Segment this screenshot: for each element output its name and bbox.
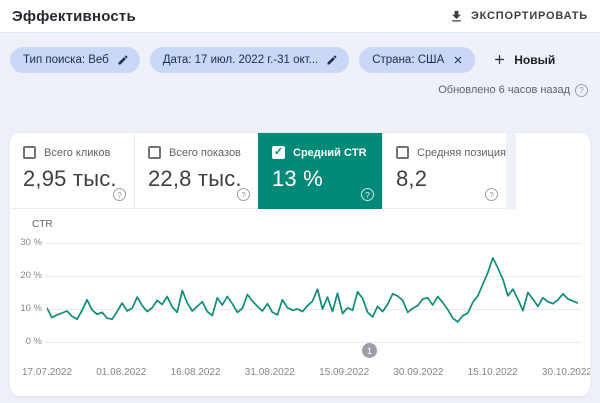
export-button[interactable]: ЭКСПОРТИРОВАТЬ: [449, 9, 588, 24]
new-filter-label: Новый: [514, 53, 555, 67]
page-title: Эффективность: [12, 8, 136, 25]
chip-label: Тип поиска: Веб: [23, 54, 109, 66]
x-tick-label: 31.08.2022: [245, 367, 295, 378]
x-tick-label: 30.10.2022: [542, 367, 590, 378]
pagination-dot[interactable]: 1: [362, 343, 377, 358]
ctr-line: [47, 258, 578, 322]
metric-value: 22,8 тыс.: [148, 166, 248, 192]
metric-card-clicks[interactable]: Всего кликов 2,95 тыс. ?: [10, 133, 134, 209]
filter-bar: Тип поиска: Веб Дата: 17 июл. 2022 г.-31…: [10, 46, 600, 73]
y-tick-label: 30 %: [10, 236, 42, 249]
metric-value: 8,2: [396, 166, 496, 192]
metric-card-ctr[interactable]: ✓ Средний CTR 13 % ?: [258, 133, 382, 209]
x-axis-labels: 17.07.2022 01.08.2022 16.08.2022 31.08.2022…: [10, 367, 590, 381]
chart-axis-title: CTR: [32, 219, 590, 232]
x-tick-label: 17.07.2022: [22, 367, 72, 378]
metric-card-impressions[interactable]: Всего показов 22,8 тыс. ?: [134, 133, 258, 209]
filter-chip-date[interactable]: Дата: 17 июл. 2022 г.-31 окт...: [150, 47, 349, 73]
plus-icon: [493, 53, 506, 66]
x-tick-label: 15.10.2022: [468, 367, 518, 378]
help-icon[interactable]: ?: [237, 188, 250, 201]
metric-label: Всего кликов: [44, 147, 110, 159]
metric-checkbox[interactable]: ✓: [272, 146, 285, 159]
y-tick-label: 20 %: [10, 269, 42, 282]
x-tick-label: 15.09.2022: [319, 367, 369, 378]
x-tick-label: 30.09.2022: [393, 367, 443, 378]
export-label: ЭКСПОРТИРОВАТЬ: [471, 10, 588, 22]
edit-icon[interactable]: [117, 54, 129, 66]
chart-pager: 1: [10, 348, 590, 362]
metric-value: 2,95 тыс.: [23, 166, 124, 192]
cards-gap: [506, 133, 516, 209]
help-icon[interactable]: ?: [361, 188, 374, 201]
y-tick-label: 10 %: [10, 302, 42, 315]
y-tick-label: 0 %: [10, 335, 42, 348]
metric-checkbox[interactable]: [396, 146, 409, 159]
metric-label: Всего показов: [169, 147, 241, 159]
filter-chip-search-type[interactable]: Тип поиска: Веб: [10, 47, 140, 73]
metric-card-position[interactable]: Средняя позиция 8,2 ?: [382, 133, 506, 209]
metric-label: Средняя позиция: [417, 147, 506, 159]
chip-label: Дата: 17 июл. 2022 г.-31 окт...: [163, 54, 318, 66]
new-filter-button[interactable]: Новый: [493, 53, 555, 67]
updated-status: Обновлено 6 часов назад ?: [0, 83, 588, 97]
updated-text: Обновлено 6 часов назад: [438, 84, 570, 96]
x-tick-label: 16.08.2022: [171, 367, 221, 378]
close-icon[interactable]: [452, 54, 464, 66]
metric-checkbox[interactable]: [23, 146, 36, 159]
performance-panel: Всего кликов 2,95 тыс. ? Всего показов 2…: [10, 133, 590, 396]
chart-section: CTR 30 % 20 % 10 % 0 % 1 17.07.2022 01.08…: [10, 209, 590, 381]
metric-cards-row: Всего кликов 2,95 тыс. ? Всего показов 2…: [10, 133, 590, 209]
metric-label: Средний CTR: [293, 147, 367, 159]
header-bar: Эффективность ЭКСПОРТИРОВАТЬ: [0, 0, 600, 33]
chip-label: Страна: США: [372, 54, 444, 66]
ctr-line-chart[interactable]: 30 % 20 % 10 % 0 %: [10, 236, 590, 348]
download-icon: [449, 9, 464, 24]
line-series-svg: [47, 236, 578, 348]
metric-value: 13 %: [272, 166, 372, 192]
help-icon[interactable]: ?: [575, 84, 588, 97]
help-icon[interactable]: ?: [485, 188, 498, 201]
help-icon[interactable]: ?: [113, 188, 126, 201]
filter-chip-country[interactable]: Страна: США: [359, 47, 475, 73]
edit-icon[interactable]: [326, 54, 338, 66]
x-tick-label: 01.08.2022: [96, 367, 146, 378]
cards-filler: [516, 133, 590, 209]
metric-checkbox[interactable]: [148, 146, 161, 159]
